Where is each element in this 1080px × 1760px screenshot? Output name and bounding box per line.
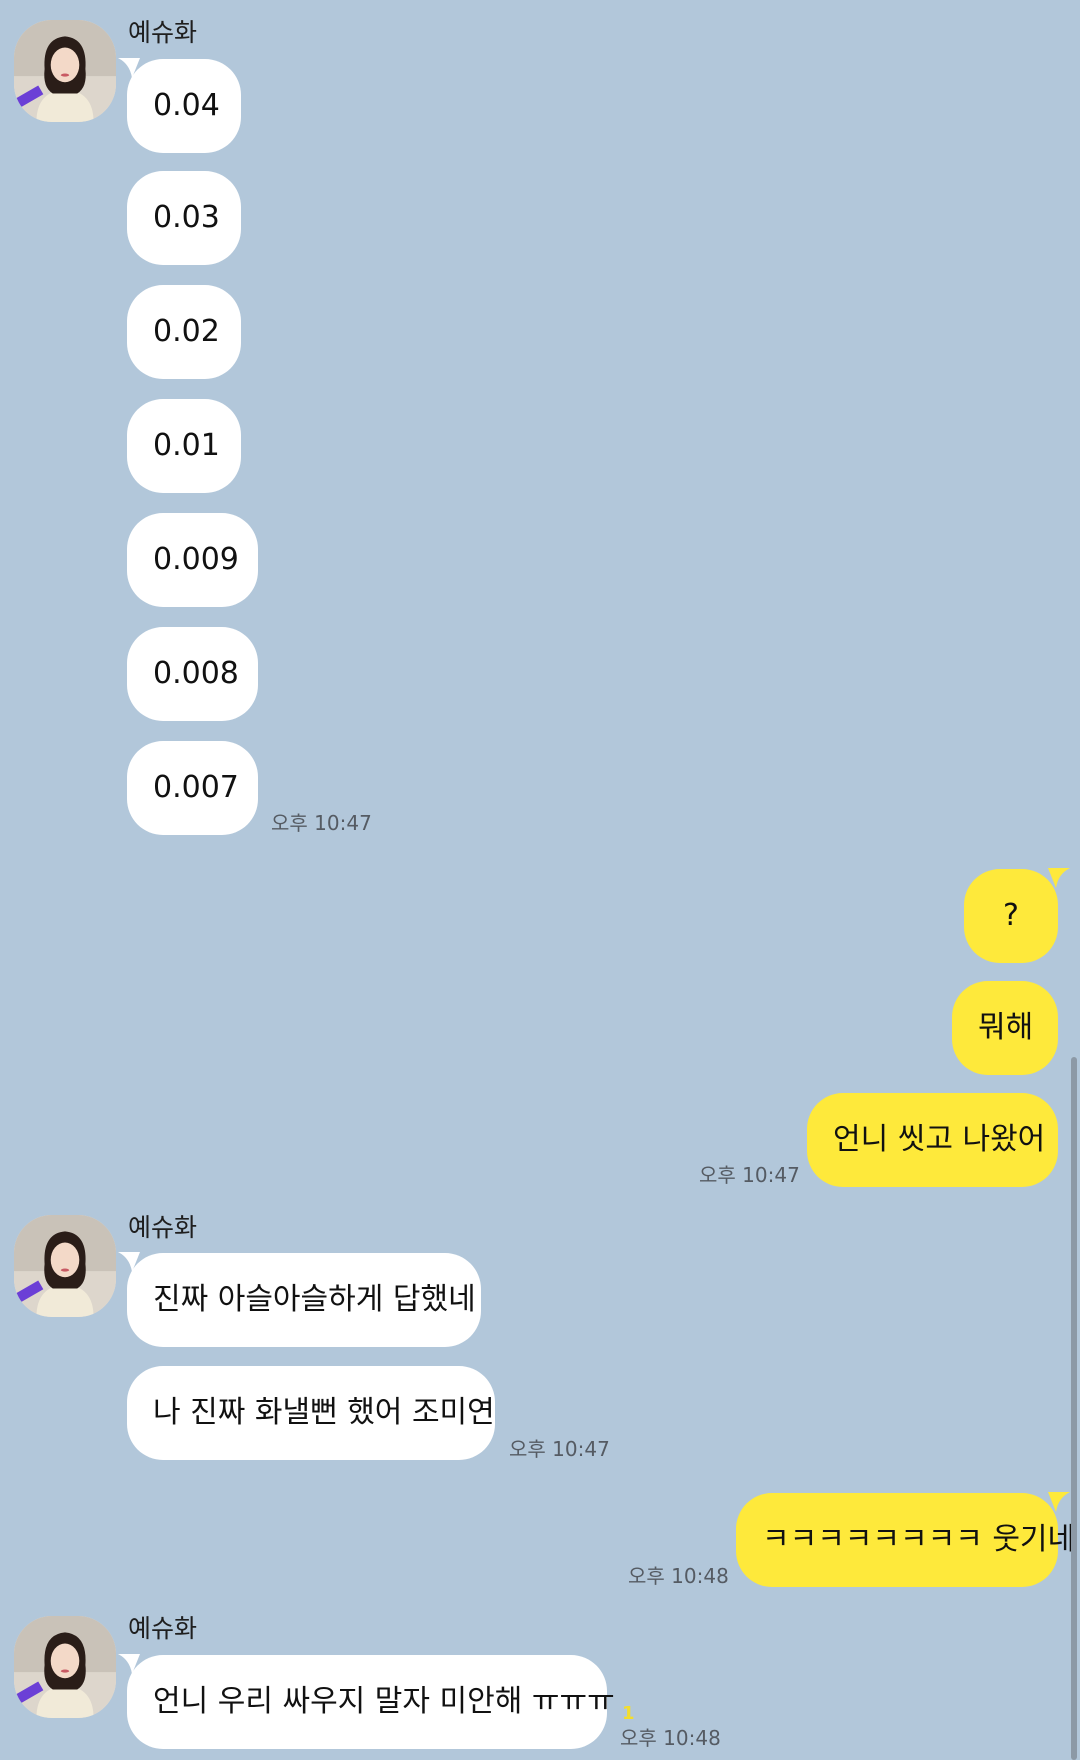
avatar[interactable] <box>14 1616 116 1718</box>
incoming-message[interactable]: 진짜 아슬아슬하게 답했네 <box>127 1253 481 1347</box>
message-timestamp: 오후 10:47 <box>271 811 372 835</box>
scrollbar[interactable] <box>1071 1057 1077 1760</box>
message-timestamp: 오후 10:47 <box>699 1163 800 1187</box>
incoming-message[interactable]: 0.009 <box>127 513 258 607</box>
sender-name: 예슈화 <box>128 1213 198 1242</box>
incoming-message[interactable]: 0.007 <box>127 741 258 835</box>
incoming-message[interactable]: 0.04 <box>127 59 241 153</box>
message-timestamp: 오후 10:47 <box>509 1437 610 1461</box>
incoming-message[interactable]: 나 진짜 화낼뻔 했어 조미연 <box>127 1366 495 1460</box>
incoming-message[interactable]: 0.03 <box>127 171 241 265</box>
unread-count: 1 <box>622 1703 635 1724</box>
incoming-message[interactable]: 0.01 <box>127 399 241 493</box>
sender-name: 예슈화 <box>128 18 198 47</box>
sender-name: 예슈화 <box>128 1614 198 1643</box>
outgoing-message[interactable]: ㅋㅋㅋㅋㅋㅋㅋㅋ 웃기네 <box>736 1493 1075 1587</box>
incoming-message[interactable]: 0.008 <box>127 627 258 721</box>
incoming-message[interactable]: 0.02 <box>127 285 241 379</box>
message-timestamp: 오후 10:48 <box>620 1726 721 1750</box>
avatar[interactable] <box>14 20 116 122</box>
outgoing-message[interactable]: 뭐해 <box>952 981 1058 1075</box>
outgoing-message[interactable]: ? <box>964 869 1058 963</box>
avatar[interactable] <box>14 1215 116 1317</box>
incoming-message[interactable]: 언니 우리 싸우지 말자 미안해 ㅠㅠㅠ <box>127 1655 615 1749</box>
profile-photo-icon <box>14 20 116 122</box>
message-timestamp: 오후 10:48 <box>628 1564 729 1588</box>
profile-photo-icon <box>14 1616 116 1718</box>
profile-photo-icon <box>14 1215 116 1317</box>
outgoing-message[interactable]: 언니 씻고 나왔어 <box>807 1093 1058 1187</box>
